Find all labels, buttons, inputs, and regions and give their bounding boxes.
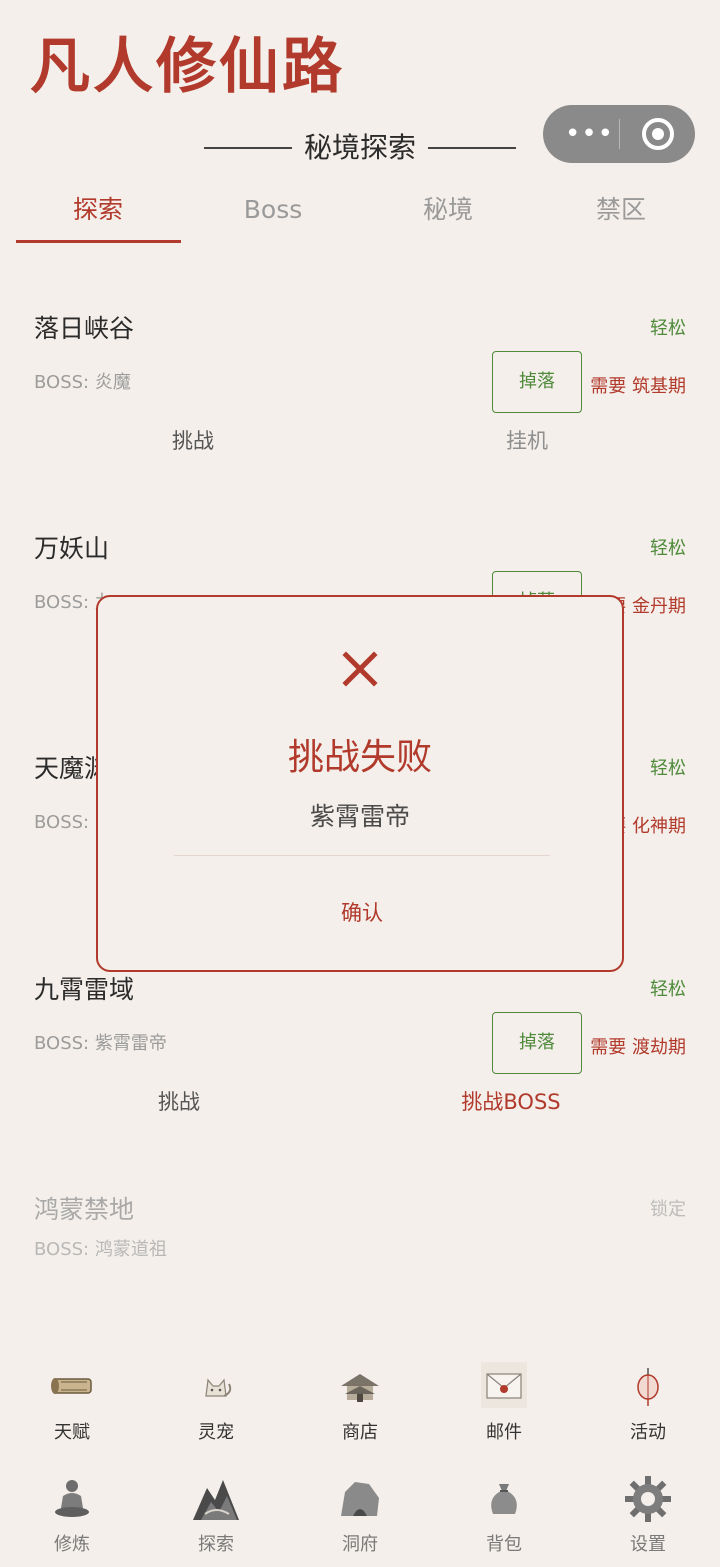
pavilion-icon [341, 1374, 379, 1402]
nav-backpack[interactable]: 背包 [432, 1474, 576, 1564]
realm-requirement: 需要 筑基期 [590, 376, 686, 397]
challenge-result-dialog: 挑战失败 紫霄雷帝 确认 [96, 595, 624, 972]
meditation-icon [55, 1480, 89, 1517]
difficulty-badge: 轻松 [650, 318, 686, 339]
tab-secret-realm[interactable]: 秘境 [358, 180, 538, 240]
nav-label: 背包 [486, 1534, 522, 1555]
title-line-left [204, 147, 292, 149]
challenge-button[interactable]: 挑战 [106, 1084, 252, 1120]
nav-settings[interactable]: 设置 [576, 1474, 720, 1564]
scroll-icon [51, 1378, 92, 1394]
nav-talent[interactable]: 天赋 [0, 1362, 144, 1452]
nav-label: 灵宠 [198, 1422, 234, 1443]
nav-label: 修炼 [54, 1534, 90, 1555]
envelope-icon [481, 1362, 527, 1408]
nav-label: 洞府 [342, 1534, 378, 1555]
nav-events[interactable]: 活动 [576, 1362, 720, 1452]
area-name: 鸿蒙禁地 [34, 1195, 135, 1224]
area-name: 万妖山 [34, 534, 110, 563]
dialog-divider [174, 855, 550, 856]
section-title-text: 秘境探索 [303, 131, 416, 164]
nav-cave-dwelling[interactable]: 洞府 [288, 1474, 432, 1564]
difficulty-badge: 轻松 [650, 538, 686, 559]
nav-label: 商店 [342, 1422, 378, 1443]
challenge-button[interactable]: 挑战 [120, 423, 266, 459]
difficulty-badge: 轻松 [650, 979, 686, 1000]
tab-bar: 探索 Boss 秘境 禁区 [0, 180, 720, 244]
nav-shop[interactable]: 商店 [288, 1362, 432, 1452]
area-name: 九霄雷域 [34, 975, 135, 1004]
nav-explore[interactable]: 探索 [144, 1474, 288, 1564]
nav-label: 天赋 [54, 1422, 90, 1443]
main-tab-bar: 修炼 探索 洞府 背包 设置 [0, 1474, 720, 1564]
difficulty-badge: 轻松 [650, 758, 686, 779]
fox-pet-icon [205, 1378, 232, 1397]
nav-label: 探索 [198, 1534, 234, 1555]
feature-nav-row: 天赋 灵宠 商店 邮件 活动 [0, 1362, 720, 1452]
boss-name: BOSS: 紫霄雷帝 [34, 1033, 167, 1054]
cave-rock-icon [341, 1482, 379, 1516]
tab-boss[interactable]: Boss [183, 180, 363, 240]
locked-badge: 锁定 [650, 1199, 686, 1220]
confirm-button[interactable]: 确认 [278, 893, 446, 933]
active-tab-indicator [16, 240, 181, 243]
area-card-sunset-canyon: 落日峡谷 轻松 BOSS: 炎魔 掉落 需要 筑基期 挑战 挂机 [0, 311, 720, 511]
nav-mail[interactable]: 邮件 [432, 1362, 576, 1452]
app-title: 凡人修仙路 [30, 32, 345, 102]
gear-icon [625, 1476, 671, 1522]
dialog-title: 挑战失败 [287, 737, 432, 778]
idle-button[interactable]: 挂机 [454, 423, 600, 459]
boss-name: BOSS: 炎魔 [34, 372, 131, 393]
section-title: 秘境探索 [0, 128, 720, 168]
bag-icon [491, 1484, 517, 1514]
title-line-right [428, 147, 516, 149]
nav-cultivate[interactable]: 修炼 [0, 1474, 144, 1564]
tab-forbidden-zone[interactable]: 禁区 [531, 180, 711, 240]
realm-requirement: 需要 渡劫期 [590, 1037, 686, 1058]
nav-label: 活动 [630, 1422, 666, 1443]
boss-name: BOSS: 鸿蒙道祖 [34, 1239, 167, 1260]
nav-label: 邮件 [486, 1422, 522, 1443]
lantern-icon [637, 1368, 659, 1406]
dialog-boss-name: 紫霄雷帝 [309, 802, 410, 831]
area-card-nine-heaven-thunder-domain: 九霄雷域 轻松 BOSS: 紫霄雷帝 掉落 需要 渡劫期 挑战 挑战BOSS [0, 972, 720, 1172]
drop-button[interactable]: 掉落 [492, 351, 582, 413]
close-x-icon [342, 651, 378, 687]
nav-label: 设置 [630, 1534, 666, 1555]
mountain-icon [193, 1480, 239, 1520]
drop-button[interactable]: 掉落 [492, 1012, 582, 1074]
challenge-boss-button[interactable]: 挑战BOSS [420, 1084, 602, 1120]
nav-spirit-pet[interactable]: 灵宠 [144, 1362, 288, 1452]
tab-explore[interactable]: 探索 [8, 180, 188, 240]
area-name: 落日峡谷 [34, 314, 135, 343]
